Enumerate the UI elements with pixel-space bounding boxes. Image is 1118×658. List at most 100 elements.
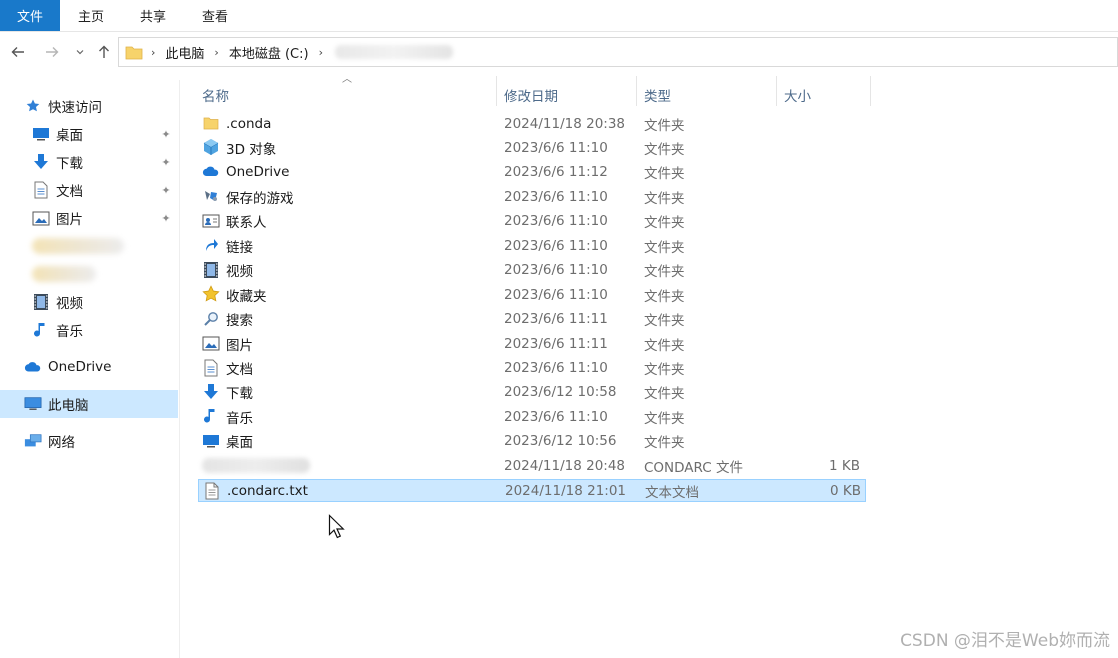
file-name-cell[interactable]: 文档 [198,357,494,380]
file-name: 文档 [226,362,253,378]
chevron-right-icon[interactable]: › [313,46,329,59]
file-row[interactable]: 桌面 2023/6/12 10:56 文件夹 [198,430,866,453]
file-name-cell[interactable]: 联系人 [198,210,494,233]
file-row[interactable]: 2024/11/18 20:48 CONDARC 文件 1 KB [198,454,866,477]
address-bar[interactable]: › 此电脑 › 本地磁盘 (C:) › [118,37,1118,67]
file-row[interactable]: 联系人 2023/6/6 11:10 文件夹 [198,210,866,233]
file-size-cell: 0 KB [830,483,861,500]
file-size-cell [788,112,860,135]
file-type-cell: 文件夹 [644,288,685,305]
file-size-cell: 1 KB [829,457,860,474]
column-divider[interactable] [636,76,637,106]
file-size-cell [788,185,860,208]
file-row[interactable]: OneDrive 2023/6/6 11:12 文件夹 [198,161,866,184]
pin-icon[interactable]: ✦ [160,212,172,225]
file-size-cell [788,210,860,233]
file-row[interactable]: 链接 2023/6/6 11:10 文件夹 [198,234,866,257]
chevron-right-icon[interactable]: › [145,46,161,59]
pin-icon[interactable]: ✦ [160,184,172,197]
file-name-cell[interactable]: 桌面 [198,430,494,453]
computer-icon [24,395,42,413]
file-name: 下载 [226,386,253,403]
breadcrumb-local-disk[interactable]: 本地磁盘 (C:) [225,38,313,66]
download-icon [202,383,220,401]
column-header-name[interactable]: 名称 [202,78,496,112]
breadcrumb-redacted[interactable] [334,45,453,59]
file-name-cell[interactable]: 下载 [198,381,494,404]
sidebar-item-documents[interactable]: 文档 ✦ [0,177,178,203]
forward-button[interactable] [40,34,64,70]
file-name-redacted [202,458,310,474]
file-type-cell: 文件夹 [644,117,685,134]
file-type-cell: 文件夹 [644,141,685,158]
sidebar-item-music[interactable]: 音乐 [0,317,178,343]
file-type-cell: 文件夹 [644,190,685,207]
tab-home[interactable]: 主页 [60,0,122,31]
file-size-cell [788,332,860,355]
tab-view[interactable]: 查看 [184,0,246,31]
file-row[interactable]: .conda 2024/11/18 20:38 文件夹 [198,112,866,135]
file-type-cell: 文件夹 [644,239,685,256]
file-name-cell[interactable]: .conda [198,112,494,135]
column-divider[interactable] [776,76,777,106]
file-row[interactable]: 音乐 2023/6/6 11:10 文件夹 [198,405,866,428]
video-icon [32,293,50,311]
file-name-cell[interactable]: 搜索 [198,308,494,331]
tab-file[interactable]: 文件 [0,0,60,31]
file-name-cell[interactable]: .condarc.txt [199,480,495,503]
date-modified-cell: 2023/6/6 11:10 [504,188,608,205]
sidebar-item-pictures[interactable]: 图片 ✦ [0,205,178,231]
file-type-cell: 文件夹 [644,337,685,354]
sidebar-item-network[interactable]: 网络 [0,428,178,454]
sidebar-item-onedrive[interactable]: OneDrive [0,354,178,380]
sidebar-item-redacted[interactable] [32,266,96,282]
file-name-cell[interactable]: 音乐 [198,405,494,428]
column-header-type[interactable]: 类型 [644,78,774,112]
file-row[interactable]: 文档 2023/6/6 11:10 文件夹 [198,357,866,380]
file-name-cell[interactable]: OneDrive [198,161,494,184]
column-divider[interactable] [496,76,497,106]
up-button[interactable] [92,34,116,70]
file-row[interactable]: 搜索 2023/6/6 11:11 文件夹 [198,308,866,331]
file-name-cell[interactable]: 链接 [198,234,494,257]
file-name: 图片 [226,337,253,354]
file-row[interactable]: .condarc.txt 2024/11/18 21:01 文本文档 0 KB [198,478,866,503]
file-row[interactable]: 收藏夹 2023/6/6 11:10 文件夹 [198,283,866,306]
sidebar-item-quick-access[interactable]: 快速访问 [0,93,178,119]
navigation-pane: 快速访问 桌面 ✦ 下载 ✦ 文档 ✦ 图片 ✦ 视频 音乐 OneDrive … [0,80,180,658]
file-row[interactable]: 3D 对象 2023/6/6 11:10 文件夹 [198,136,866,159]
sidebar-item-redacted[interactable] [32,238,124,254]
file-size-cell [788,136,860,159]
sidebar-item-videos[interactable]: 视频 [0,289,178,315]
sidebar-item-this-pc[interactable]: 此电脑 [0,390,178,418]
date-modified-cell: 2023/6/6 11:10 [504,286,608,303]
file-row[interactable]: 视频 2023/6/6 11:10 文件夹 [198,259,866,282]
navigation-bar: › 此电脑 › 本地磁盘 (C:) › [0,34,1118,70]
file-name-cell[interactable] [198,454,494,477]
file-name-cell[interactable]: 3D 对象 [198,136,494,159]
file-name-cell[interactable]: 保存的游戏 [198,185,494,208]
file-type-cell: 文件夹 [644,362,685,378]
file-name-cell[interactable]: 收藏夹 [198,283,494,306]
file-type-cell: CONDARC 文件 [644,459,743,476]
sidebar-item-downloads[interactable]: 下载 ✦ [0,149,178,175]
column-divider[interactable] [870,76,871,106]
file-row[interactable]: 下载 2023/6/12 10:58 文件夹 [198,381,866,404]
file-row[interactable]: 图片 2023/6/6 11:11 文件夹 [198,332,866,355]
column-header-size[interactable]: 大小 [784,78,868,112]
pin-icon[interactable]: ✦ [160,128,172,141]
back-button[interactable] [6,34,30,70]
file-name-cell[interactable]: 图片 [198,332,494,355]
file-row[interactable]: 保存的游戏 2023/6/6 11:10 文件夹 [198,185,866,208]
sidebar-item-desktop[interactable]: 桌面 ✦ [0,121,178,147]
file-name: 桌面 [226,435,253,452]
chevron-right-icon[interactable]: › [208,46,224,59]
file-size-cell [788,161,860,184]
file-name-cell[interactable]: 视频 [198,259,494,282]
pin-icon[interactable]: ✦ [160,156,172,169]
column-header-date[interactable]: 修改日期 [504,78,634,112]
file-type-cell: 文件夹 [644,313,685,330]
tab-share[interactable]: 共享 [122,0,184,31]
recent-locations-button[interactable] [72,34,88,70]
breadcrumb-this-pc[interactable]: 此电脑 [161,38,208,66]
